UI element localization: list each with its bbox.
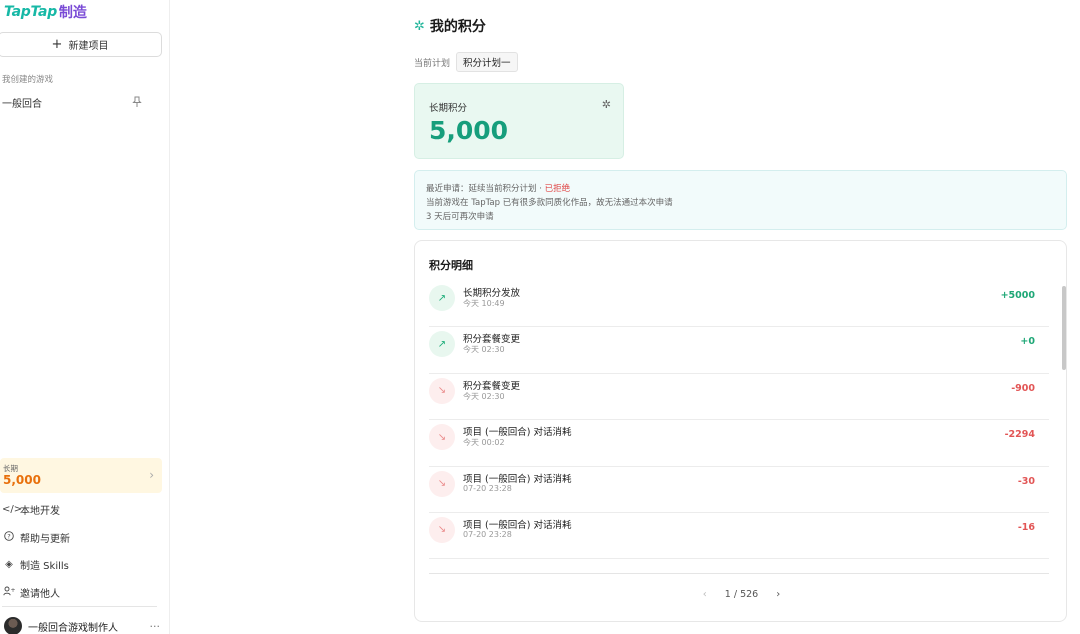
current-plan-row: 当前计划 积分计划一 <box>414 52 518 72</box>
long-term-points-label: 长期积分 <box>429 103 468 114</box>
sidebar: TapTap 制造 + 新建项目 我创建的游戏 一般回合 长期 5,000 › … <box>0 0 170 634</box>
page-indicator: 1 / 526 <box>724 589 759 600</box>
record-name: 项目 (一般回合) 对话消耗 <box>463 427 572 439</box>
nav-make-skills[interactable]: ◈ 制造 Skills <box>2 556 69 572</box>
record-time: 07-20 23:28 <box>463 483 512 493</box>
notice-line-3: 3 天后可再次申请 <box>426 212 494 222</box>
record-name: 项目 (一般回合) 对话消耗 <box>463 473 572 485</box>
record-amount: -16 <box>1017 521 1035 533</box>
record-amount: -2294 <box>1004 429 1035 441</box>
record-time: 今天 02:30 <box>463 345 505 355</box>
record-name: 项目 (一般回合) 对话消耗 <box>463 519 572 531</box>
nav-label: 本地开发 <box>20 505 60 517</box>
help-icon: ? <box>2 530 16 544</box>
game-list-item[interactable]: 一般回合 <box>2 94 142 110</box>
current-plan-label: 当前计划 <box>414 58 451 69</box>
long-term-points-card: 长期积分 5,000 ✲ <box>414 83 624 159</box>
credit-value: 5,000 <box>3 473 41 487</box>
trend-down-icon: ↘ <box>429 516 455 543</box>
record-time: 今天 00:02 <box>463 438 505 448</box>
record-name: 积分套餐变更 <box>463 380 521 392</box>
my-games-section-label: 我创建的游戏 <box>2 75 54 85</box>
record-name: 长期积分发放 <box>463 288 521 299</box>
nav-help-updates[interactable]: ? 帮助与更新 <box>2 529 70 545</box>
trend-down-icon: ↘ <box>429 377 455 404</box>
application-notice: 最近申请：延续当前积分计划 · 已拒绝 当前游戏在 TapTap 已有很多款同质… <box>414 170 1067 230</box>
nav-invite-others[interactable]: + 邀请他人 <box>2 584 60 600</box>
list-item: ↘ 积分套餐变更 今天 02:30 -900 <box>429 374 1049 421</box>
nav-label: 制造 Skills <box>20 560 69 572</box>
logo-suffix: 制造 <box>58 5 87 21</box>
sparkle-icon: ✲ <box>601 98 611 111</box>
nav-local-dev[interactable]: </> 本地开发 <box>2 501 60 517</box>
sidebar-divider <box>2 606 157 607</box>
points-records-list: ↗ 长期积分发放 今天 10:49 +5000 ↗ 积分套餐变更 今天 02:3… <box>429 281 1049 560</box>
list-item: ↘ 项目 (一般回合) 对话消耗 今天 00:02 -2294 <box>429 420 1049 467</box>
credit-balance-card[interactable]: 长期 5,000 › <box>0 458 162 493</box>
long-term-points-value: 5,000 <box>429 116 509 145</box>
page-title: ✲ 我的积分 <box>414 16 486 36</box>
pagination: ‹ 1 / 526 › <box>415 589 1068 600</box>
status-badge: 已拒绝 <box>544 184 571 194</box>
logo-text: TapTap <box>4 4 57 20</box>
trend-up-icon: ↗ <box>429 285 455 311</box>
notice-line-1: 最近申请：延续当前积分计划 · 已拒绝 <box>426 182 570 194</box>
trend-down-icon: ↘ <box>429 470 455 497</box>
trend-up-icon: ↗ <box>429 331 455 358</box>
sparkle-icon: ✲ <box>414 18 425 34</box>
list-item: ↗ 积分套餐变更 今天 02:30 +0 <box>429 327 1049 374</box>
record-amount: -900 <box>1011 382 1035 394</box>
app-logo[interactable]: TapTap 制造 <box>4 2 87 22</box>
new-project-button[interactable]: + 新建项目 <box>0 32 162 57</box>
plus-glyph: + <box>10 587 15 594</box>
pager-divider <box>429 573 1049 574</box>
notice-prefix: 最近申请：延续当前积分计划 · <box>426 184 545 194</box>
notice-line-2: 当前游戏在 TapTap 已有很多款同质化作品，故无法通过本次申请 <box>426 198 673 208</box>
chevron-right-icon[interactable]: › <box>776 589 780 600</box>
list-item: ↘ 项目 (一般回合) 对话消耗 07-20 23:28 -30 <box>429 467 1049 513</box>
pin-icon[interactable] <box>132 96 142 108</box>
record-amount: +0 <box>1020 336 1035 348</box>
points-detail-title: 积分明细 <box>429 259 473 272</box>
more-options-icon[interactable]: ··· <box>150 620 161 633</box>
user-profile[interactable]: 一般回合游戏制作人 ··· <box>4 617 161 634</box>
avatar <box>4 617 22 634</box>
list-item: ↘ 项目 (一般回合) 对话消耗 07-20 23:28 -16 <box>429 513 1049 560</box>
record-name: 积分套餐变更 <box>463 334 521 346</box>
user-name: 一般回合游戏制作人 <box>28 622 118 634</box>
box-icon: ◈ <box>5 558 13 570</box>
trend-down-icon: ↘ <box>429 424 455 451</box>
plus-icon: + <box>51 37 63 52</box>
current-plan-selector[interactable]: 积分计划一 <box>456 52 518 72</box>
add-user-glyph: + <box>3 586 16 595</box>
list-item: ↗ 长期积分发放 今天 10:49 +5000 <box>429 281 1049 328</box>
add-user-icon: + <box>2 586 16 599</box>
record-amount: -30 <box>1017 475 1035 487</box>
nav-label: 邀请他人 <box>20 588 60 600</box>
list-scrollbar[interactable] <box>1062 286 1066 370</box>
new-project-label: 新建项目 <box>68 41 109 52</box>
record-time: 07-20 23:28 <box>463 529 512 539</box>
record-amount: +5000 <box>1000 290 1035 301</box>
chevron-left-icon[interactable]: ‹ <box>703 589 707 600</box>
record-time: 今天 10:49 <box>463 299 505 308</box>
page-title-text: 我的积分 <box>429 19 486 35</box>
help-circle-icon: ? <box>4 530 14 541</box>
game-name: 一般回合 <box>2 98 42 110</box>
chevron-right-icon: › <box>149 468 154 482</box>
help-glyph: ? <box>7 532 10 540</box>
code-icon: </> <box>2 503 23 515</box>
nav-label: 帮助与更新 <box>20 533 70 545</box>
record-time: 今天 02:30 <box>463 391 505 401</box>
points-detail-card: 积分明细 ↗ 长期积分发放 今天 10:49 +5000 ↗ 积分套餐变更 今天… <box>414 240 1067 622</box>
